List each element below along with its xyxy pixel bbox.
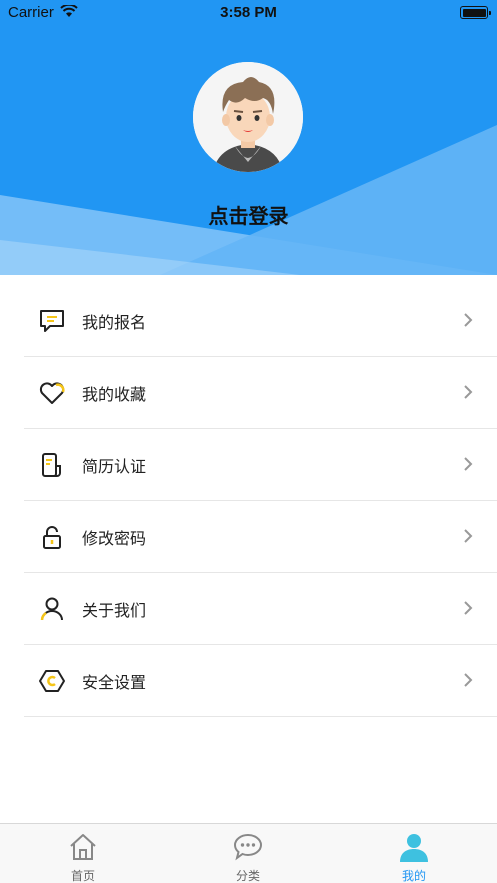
tab-home[interactable]: 首页 xyxy=(33,824,133,883)
chevron-right-icon xyxy=(464,457,473,471)
menu-item-favorites[interactable]: 我的收藏 xyxy=(24,357,497,429)
menu-item-resume-verification[interactable]: 简历认证 xyxy=(24,429,497,501)
profile-icon xyxy=(400,834,428,862)
menu-item-registrations[interactable]: 我的报名 xyxy=(24,285,497,357)
chevron-right-icon xyxy=(464,601,473,615)
chat-bubble-icon xyxy=(233,833,263,861)
chevron-right-icon xyxy=(464,313,473,327)
status-bar: Carrier 3:58 PM xyxy=(0,0,497,26)
avatar[interactable] xyxy=(193,62,303,172)
tab-label: 分类 xyxy=(235,869,260,883)
tab-bar: 首页 分类 我的 xyxy=(0,823,497,883)
tab-categories[interactable]: 分类 xyxy=(198,824,298,883)
battery-icon xyxy=(460,6,491,19)
resume-icon xyxy=(42,453,61,477)
avatar-illustration-icon xyxy=(193,62,303,172)
home-icon xyxy=(70,834,96,860)
tab-mine[interactable]: 我的 xyxy=(364,824,464,883)
menu-item-security-settings[interactable]: 安全设置 xyxy=(24,645,497,717)
menu-item-label: 安全设置 xyxy=(82,673,147,692)
menu-item-label: 我的报名 xyxy=(82,313,147,332)
chevron-right-icon xyxy=(464,673,473,687)
menu-item-change-password[interactable]: 修改密码 xyxy=(24,501,497,573)
heart-icon xyxy=(39,382,65,404)
tab-label: 首页 xyxy=(70,869,95,883)
chevron-right-icon xyxy=(464,529,473,543)
menu-item-label: 修改密码 xyxy=(82,529,147,548)
menu-item-label: 简历认证 xyxy=(82,457,147,476)
user-icon xyxy=(40,597,63,621)
message-icon xyxy=(40,310,64,332)
hexagon-settings-icon xyxy=(39,670,65,692)
menu-item-label: 关于我们 xyxy=(82,601,147,620)
settings-menu: 我的报名 我的收藏 简历认证 修改密码 关于我们 安全设置 xyxy=(0,285,497,717)
login-prompt[interactable]: 点击登录 xyxy=(0,200,497,229)
chevron-right-icon xyxy=(464,385,473,399)
menu-item-label: 我的收藏 xyxy=(82,385,147,404)
clock: 3:58 PM xyxy=(220,4,277,21)
tab-label: 我的 xyxy=(401,869,426,883)
menu-item-about-us[interactable]: 关于我们 xyxy=(24,573,497,645)
lock-icon xyxy=(43,526,61,549)
